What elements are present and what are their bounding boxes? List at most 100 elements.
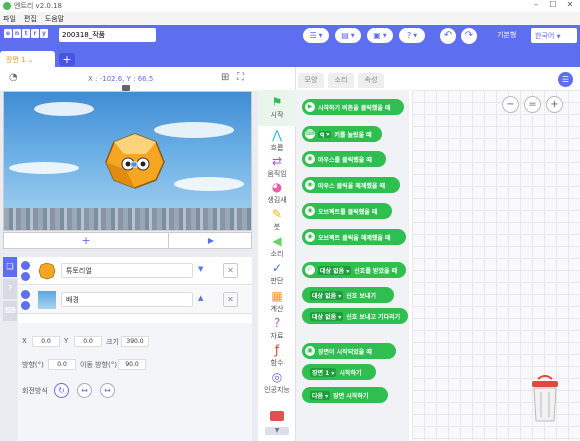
eye-icon[interactable] — [21, 261, 30, 270]
eye-icon[interactable] — [21, 290, 30, 299]
redo-button[interactable]: ↷ — [461, 28, 477, 44]
object-name-field[interactable]: 튜토리얼 — [61, 263, 193, 278]
rotation-none-button[interactable]: ↔ — [100, 383, 115, 398]
scene-icon: ▣ — [305, 346, 315, 356]
signal-dropdown[interactable]: 대상 없음 ▾ — [318, 265, 352, 275]
signal-dropdown[interactable]: 대상 없음 ▾ — [310, 311, 344, 321]
scene-tab[interactable]: 장면 1 ⌄ — [0, 51, 55, 67]
rotate-icon: ↻ — [58, 386, 65, 395]
delete-object-button[interactable]: ✕ — [223, 263, 238, 278]
object-row-background[interactable]: 배경 ▲ ✕ — [18, 286, 252, 314]
keyboard-icon: ⌨ — [305, 129, 315, 139]
block-label: 신호 보내기 — [346, 292, 376, 300]
layers-icon: ❏ — [6, 262, 14, 271]
stage-canvas[interactable] — [3, 91, 252, 231]
flow-icon: ⋀ — [272, 128, 282, 142]
mode-label[interactable]: 기본형 — [497, 30, 516, 40]
scene-dropdown[interactable]: 다음 ▾ — [310, 390, 331, 400]
block-when-mouse-released[interactable]: ◉ 마우스 클릭을 해제했을 때 — [302, 177, 400, 193]
trash-icon[interactable] — [530, 375, 560, 423]
block-when-mouse-clicked[interactable]: ◉ 마우스를 클릭했을 때 — [302, 151, 386, 167]
block-when-scene-starts[interactable]: ▣ 장면이 시작되었을 때 — [302, 343, 396, 359]
block-when-signal-received[interactable]: ⚐ 대상 없음 ▾ 신호를 받았을 때 — [302, 262, 406, 278]
category-start[interactable]: ⚑ 시작 — [258, 90, 296, 126]
scene-dropdown[interactable]: 장면 1 ▾ — [310, 367, 337, 377]
block-label: 키를 눌렀을 때 — [334, 131, 372, 139]
signal-icon: ⚐ — [305, 265, 315, 275]
chevron-up-icon[interactable]: ▲ — [198, 294, 203, 302]
size-input[interactable]: 390.0 — [121, 336, 149, 347]
rotation-label: 회전방식 — [22, 387, 48, 395]
object-list-tab[interactable]: ❏ — [3, 257, 17, 277]
list-icon: ☰ — [309, 31, 317, 40]
lock-icon[interactable] — [21, 272, 30, 281]
scroll-down-icon[interactable]: ▼ — [265, 427, 289, 435]
rotation-horizontal-button[interactable]: ↔ — [77, 383, 92, 398]
grid-icon[interactable]: ⊞ — [221, 72, 229, 83]
code-canvas[interactable]: − = + — [412, 90, 580, 441]
extension-icon[interactable] — [270, 411, 284, 421]
direction-input[interactable]: 0.0 — [48, 359, 76, 370]
tab-shapes[interactable]: 모양 — [298, 73, 324, 88]
help-menu-button[interactable]: ? ▼ — [399, 28, 425, 43]
move-direction-label: 이동 방향(°) — [80, 361, 117, 369]
block-when-start-clicked[interactable]: ▶ 시작하기 버튼을 클릭했을 때 — [302, 99, 404, 115]
chevron-down-icon: ▼ — [350, 32, 355, 39]
brand-letter: n — [13, 29, 21, 38]
project-name-input[interactable] — [59, 28, 156, 42]
block-send-signal-wait[interactable]: 대상 없음 ▾ 신호 보내고 기다리기 — [302, 308, 408, 324]
stage-header: ◔ X : -102.6, Y : 66.5 ⊞ ⛶ — [0, 67, 258, 91]
menu-edit[interactable]: 편집 — [24, 14, 37, 24]
fullscreen-icon[interactable]: ⛶ — [237, 72, 244, 83]
save-menu-button[interactable]: ▤ ▼ — [335, 28, 361, 43]
add-scene-button[interactable]: + — [59, 53, 75, 66]
print-menu-button[interactable]: ▣ ▼ — [367, 28, 393, 43]
signal-dropdown[interactable]: 대상 없음 ▾ — [310, 290, 344, 300]
chevron-down-icon[interactable]: ▼ — [198, 265, 203, 273]
tab-sounds[interactable]: 소리 — [328, 73, 354, 88]
tab-properties[interactable]: 속성 — [358, 73, 384, 88]
add-object-button[interactable]: + — [4, 233, 169, 248]
menu-help[interactable]: 도움말 — [45, 14, 64, 24]
language-select[interactable]: 한국어 ▼ — [531, 28, 577, 43]
delete-object-button[interactable]: ✕ — [223, 292, 238, 307]
zoom-out-button[interactable]: − — [502, 96, 519, 113]
help-tab[interactable]: ? — [3, 279, 17, 299]
zoom-reset-button[interactable]: = — [524, 96, 541, 113]
rotation-free-button[interactable]: ↻ — [54, 383, 69, 398]
object-name-field[interactable]: 배경 — [61, 292, 193, 307]
maximize-button[interactable]: ☐ — [545, 0, 561, 10]
object-properties: X 0.0 Y 0.0 크기 390.0 방향(°) 0.0 이동 방향(°) … — [18, 323, 252, 441]
block-send-signal[interactable]: 대상 없음 ▾ 신호 보내기 — [302, 287, 394, 303]
move-direction-input[interactable]: 90.0 — [118, 359, 146, 370]
left-panel: ◔ X : -102.6, Y : 66.5 ⊞ ⛶ + ▶ ❏ ? ⌨ 튜토리… — [0, 67, 258, 441]
block-palette: ▶ 시작하기 버튼을 클릭했을 때 ⌨ q ▾ 키를 눌렀을 때 ◉ 마우스를 클릭했을… — [296, 90, 409, 441]
lock-icon[interactable] — [21, 301, 30, 310]
block-label: 오브젝트 클릭을 해제했을 때 — [318, 234, 391, 242]
block-when-object-released[interactable]: ◉ 오브젝트 클릭을 해제했을 때 — [302, 229, 406, 245]
scene-bar: 장면 1 ⌄ + — [0, 47, 580, 67]
zoom-in-button[interactable]: + — [546, 96, 563, 113]
horizontal-arrows-icon: ↔ — [81, 386, 88, 395]
size-label: 크기 — [106, 338, 119, 346]
undo-button[interactable]: ↶ — [440, 28, 456, 44]
chat-icon[interactable]: ☰ — [558, 72, 573, 87]
block-when-key-pressed[interactable]: ⌨ q ▾ 키를 눌렀을 때 — [302, 126, 382, 142]
keyboard-tab[interactable]: ⌨ — [3, 301, 17, 321]
y-input[interactable]: 0.0 — [74, 336, 102, 347]
minimize-button[interactable]: – — [528, 0, 544, 10]
project-menu-button[interactable]: ☰ ▼ — [303, 28, 329, 43]
category-ai[interactable]: ◎ 인공지능 — [258, 365, 296, 401]
object-row-tutorial[interactable]: 튜토리얼 ▼ ✕ — [18, 257, 252, 285]
block-when-object-clicked[interactable]: ◉ 오브젝트를 클릭했을 때 — [302, 203, 392, 219]
block-start-scene[interactable]: 장면 1 ▾ 시작하기 — [302, 364, 376, 380]
close-button[interactable]: ✕ — [562, 0, 578, 10]
tutorial-character[interactable] — [104, 132, 166, 190]
key-dropdown[interactable]: q ▾ — [318, 130, 332, 138]
block-start-next-scene[interactable]: 다음 ▾ 장면 시작하기 — [302, 387, 388, 403]
speed-icon[interactable]: ◔ — [9, 72, 18, 83]
x-input[interactable]: 0.0 — [32, 336, 60, 347]
menu-file[interactable]: 파일 — [3, 14, 16, 24]
run-button[interactable]: ▶ — [170, 233, 252, 248]
title-bar: 엔트리 v2.0.18 – ☐ ✕ — [0, 0, 580, 12]
